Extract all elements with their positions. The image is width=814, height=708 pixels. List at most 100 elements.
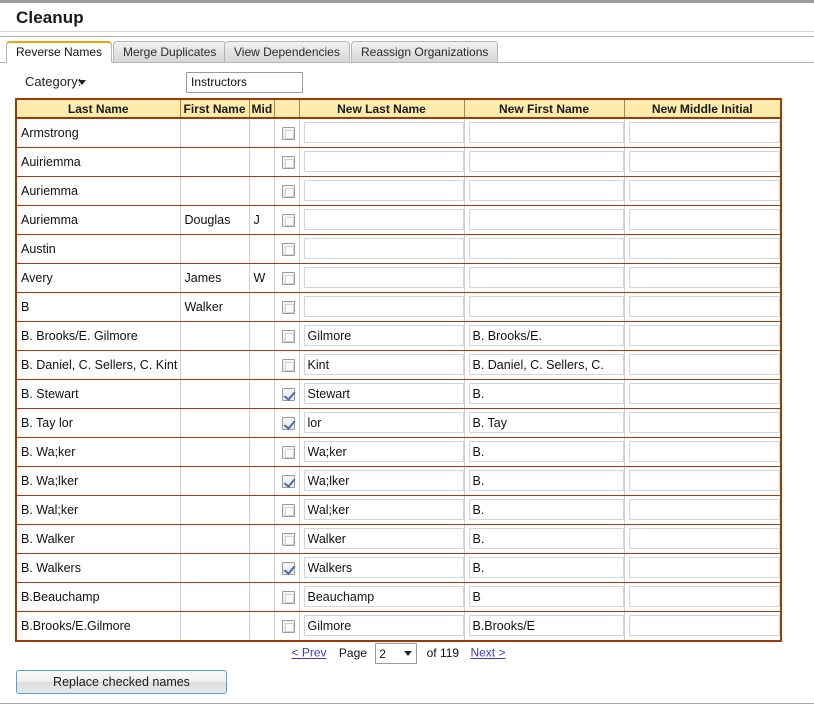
new-middle-initial-input[interactable] [628, 238, 780, 259]
category-row: Category: [0, 70, 814, 96]
new-first-name-input[interactable] [468, 238, 623, 259]
new-middle-initial-input[interactable] [628, 441, 780, 462]
row-checkbox[interactable] [282, 445, 295, 459]
new-middle-initial-input[interactable] [628, 122, 780, 144]
row-checkbox[interactable] [282, 271, 295, 285]
new-first-name-input[interactable] [468, 122, 623, 144]
new-middle-initial-input[interactable] [628, 557, 780, 578]
row-checkbox[interactable] [282, 474, 295, 488]
cell-new-last-name-input [299, 408, 465, 438]
row-checkbox[interactable] [282, 213, 295, 227]
new-middle-initial-input[interactable] [628, 296, 780, 317]
row-checkbox[interactable] [282, 532, 295, 546]
new-first-name-input[interactable] [468, 151, 623, 172]
cell-last-name: B. Wa;lker [17, 466, 181, 496]
row-checkbox[interactable] [282, 184, 295, 198]
new-middle-initial-input[interactable] [628, 354, 780, 375]
new-last-name-input[interactable] [303, 180, 463, 201]
new-last-name-input[interactable] [303, 325, 463, 346]
cell-last-name: B. Daniel, C. Sellers, C. Kint [17, 350, 181, 380]
new-first-name-input[interactable] [468, 586, 623, 607]
row-checkbox[interactable] [282, 503, 295, 517]
cell-mid [249, 350, 275, 380]
cleanup-page: Cleanup Reverse Names Merge Duplicates V… [0, 0, 814, 708]
new-last-name-input[interactable] [303, 267, 463, 288]
row-checkbox[interactable] [282, 329, 295, 343]
new-first-name-input[interactable] [468, 470, 623, 491]
new-first-name-input[interactable] [468, 209, 623, 230]
new-middle-initial-input[interactable] [628, 586, 780, 607]
next-page-link[interactable]: Next > [470, 646, 505, 660]
row-checkbox[interactable] [282, 126, 295, 140]
tab-reverse-names[interactable]: Reverse Names [6, 41, 113, 63]
new-first-name-input[interactable] [468, 499, 623, 520]
new-last-name-input[interactable] [303, 557, 463, 578]
new-middle-initial-input[interactable] [628, 499, 780, 520]
row-checkbox[interactable] [282, 619, 295, 633]
new-first-name-input[interactable] [468, 383, 623, 404]
cell-first-name [180, 582, 250, 612]
cell-new-middle-initial-input [624, 263, 780, 293]
cell-new-last-name-input [299, 611, 465, 640]
new-first-name-input[interactable] [468, 296, 623, 317]
new-last-name-input[interactable] [303, 499, 463, 520]
new-middle-initial-input[interactable] [628, 151, 780, 172]
row-checkbox[interactable] [282, 358, 295, 372]
new-middle-initial-input[interactable] [628, 615, 780, 637]
new-middle-initial-input[interactable] [628, 470, 780, 491]
cell-new-last-name-input [299, 263, 465, 293]
tab-merge-duplicates[interactable]: Merge Duplicates [113, 41, 227, 63]
cell-new-first-name-input [464, 350, 625, 380]
new-last-name-input[interactable] [303, 296, 463, 317]
new-last-name-input[interactable] [303, 209, 463, 230]
tab-reassign-organizations[interactable]: Reassign Organizations [351, 41, 499, 63]
cell-new-last-name-input [299, 495, 465, 525]
new-first-name-input[interactable] [468, 180, 623, 201]
cell-last-name: B. Brooks/E. Gilmore [17, 321, 181, 351]
new-middle-initial-input[interactable] [628, 412, 780, 433]
table-head: Last Name First Name Mid New Last Name N… [17, 100, 780, 119]
new-first-name-input[interactable] [468, 615, 623, 637]
cell-new-last-name-input [299, 437, 465, 467]
new-last-name-input[interactable] [303, 122, 463, 144]
new-last-name-input[interactable] [303, 615, 463, 637]
new-last-name-input[interactable] [303, 470, 463, 491]
new-middle-initial-input[interactable] [628, 180, 780, 201]
new-middle-initial-input[interactable] [628, 209, 780, 230]
row-checkbox[interactable] [282, 590, 295, 604]
new-last-name-input[interactable] [303, 586, 463, 607]
tab-view-dependencies[interactable]: View Dependencies [224, 41, 350, 63]
new-first-name-input[interactable] [468, 354, 623, 375]
page-select[interactable]: 2 [375, 643, 418, 664]
replace-checked-names-button[interactable]: Replace checked names [16, 670, 227, 694]
new-middle-initial-input[interactable] [628, 267, 780, 288]
category-select[interactable]: Instructors [186, 72, 303, 93]
row-checkbox[interactable] [282, 387, 295, 401]
row-checkbox[interactable] [282, 300, 295, 314]
new-last-name-input[interactable] [303, 528, 463, 549]
new-first-name-input[interactable] [468, 325, 623, 346]
new-first-name-input[interactable] [468, 441, 623, 462]
row-checkbox[interactable] [282, 242, 295, 256]
new-first-name-input[interactable] [468, 528, 623, 549]
new-last-name-input[interactable] [303, 441, 463, 462]
cell-new-middle-initial-input [624, 524, 780, 554]
prev-page-link[interactable]: < Prev [292, 646, 327, 660]
new-first-name-input[interactable] [468, 412, 623, 433]
new-last-name-input[interactable] [303, 354, 463, 375]
new-last-name-input[interactable] [303, 412, 463, 433]
new-last-name-input[interactable] [303, 383, 463, 404]
new-first-name-input[interactable] [468, 557, 623, 578]
new-middle-initial-input[interactable] [628, 528, 780, 549]
new-middle-initial-input[interactable] [628, 325, 780, 346]
cell-new-last-name-input [299, 176, 465, 206]
new-first-name-input[interactable] [468, 267, 623, 288]
row-checkbox[interactable] [282, 416, 295, 430]
new-last-name-input[interactable] [303, 151, 463, 172]
row-checkbox[interactable] [282, 561, 295, 575]
row-checkbox[interactable] [282, 155, 295, 169]
header-row: Last Name First Name Mid New Last Name N… [17, 100, 780, 119]
new-last-name-input[interactable] [303, 238, 463, 259]
new-middle-initial-input[interactable] [628, 383, 780, 404]
cell-first-name: James [180, 263, 250, 293]
